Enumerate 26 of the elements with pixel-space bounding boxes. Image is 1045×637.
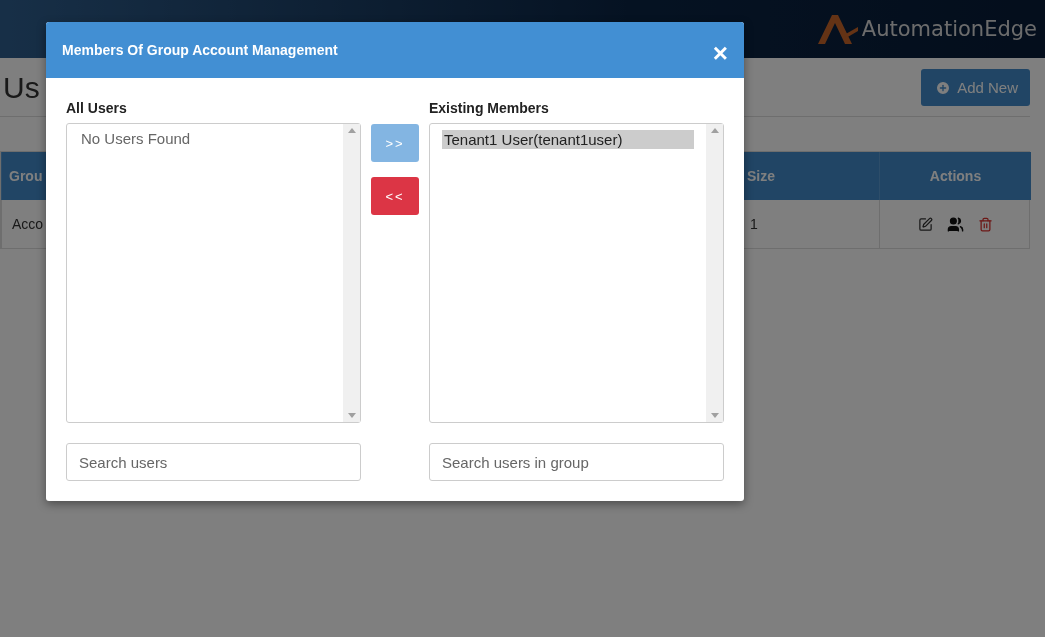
search-field[interactable]: Search users xyxy=(66,443,361,481)
modal-title: Members Of Group Account Management xyxy=(62,42,338,58)
page-title: Us xyxy=(3,70,40,105)
scroll-down-icon[interactable] xyxy=(710,413,719,418)
plus-icon xyxy=(935,79,952,96)
trash-icon[interactable] xyxy=(978,216,993,232)
edit-icon[interactable] xyxy=(918,216,933,232)
column-header: Actions xyxy=(879,152,1031,200)
logo-icon xyxy=(815,13,860,45)
list-label: Existing Members xyxy=(429,100,550,118)
list-label: All Users xyxy=(66,100,128,118)
users-icon[interactable] xyxy=(947,215,964,233)
scroll-up-icon[interactable] xyxy=(710,128,719,133)
add-new-button[interactable]: Add New xyxy=(921,69,1030,106)
scroll-up-icon[interactable] xyxy=(347,128,356,133)
search-field[interactable]: Search users in group xyxy=(429,443,724,481)
member-item[interactable]: Tenant1 User(tenant1user) xyxy=(442,130,694,149)
members-listbox[interactable]: Tenant1 User(tenant1user) xyxy=(429,123,724,423)
scrollbar[interactable] xyxy=(706,124,723,422)
close-button[interactable]: × xyxy=(712,40,728,66)
remove-member-button[interactable]: << xyxy=(371,177,419,215)
scroll-down-icon[interactable] xyxy=(347,413,356,418)
users-listbox[interactable]: No Users Found xyxy=(66,123,361,423)
empty-message: No Users Found xyxy=(80,130,191,147)
logo-text: AutomationEdge xyxy=(861,17,1037,41)
scrollbar[interactable] xyxy=(343,124,360,422)
